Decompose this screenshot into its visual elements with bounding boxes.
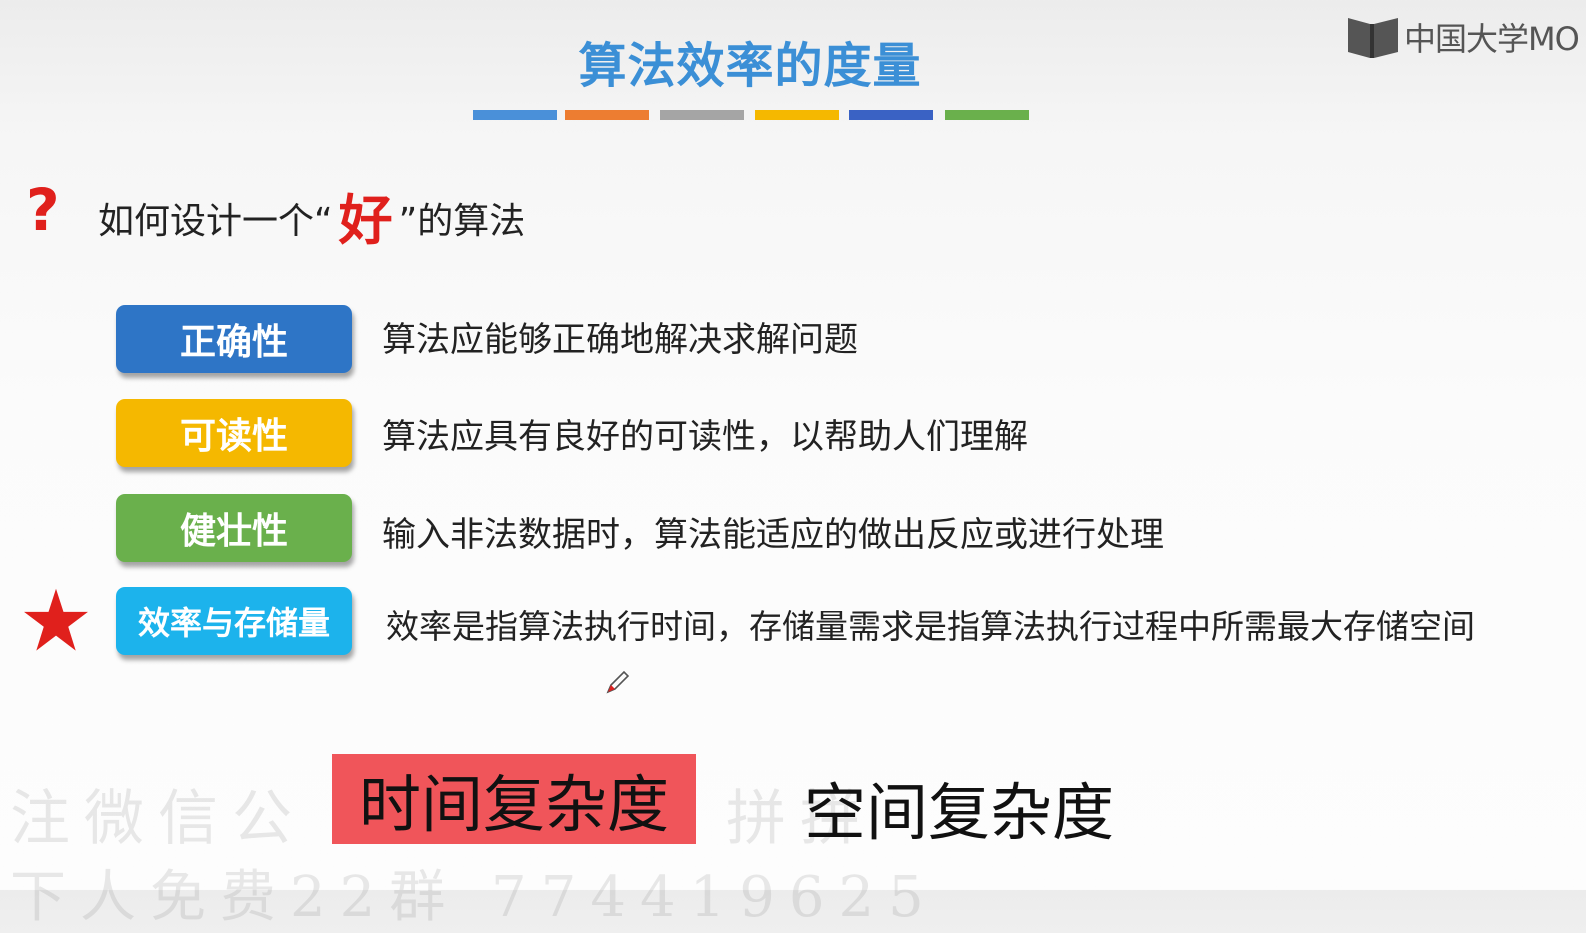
time-complexity-box: 时间复杂度 — [332, 754, 696, 844]
criterion-pill-correctness: 正确性 — [116, 305, 352, 373]
criterion-pill-readability: 可读性 — [116, 399, 352, 467]
criterion-pill-efficiency: 效率与存储量 — [116, 587, 352, 655]
question-text-after: ”的算法 — [398, 201, 526, 242]
pen-cursor-icon — [606, 670, 630, 694]
color-bar-segment — [660, 110, 744, 120]
star-icon — [24, 588, 88, 651]
slide-title: 算法效率的度量 — [578, 38, 922, 94]
color-bar-segment — [755, 110, 839, 120]
color-bar-segment — [473, 110, 557, 120]
criterion-pill-robustness: 健壮性 — [116, 494, 352, 562]
watermark-text: 注微信公 — [10, 784, 306, 854]
question-mark-icon: ? — [26, 176, 60, 244]
color-bar-segment — [849, 110, 933, 120]
criterion-description-efficiency: 效率是指算法执行时间，存储量需求是指算法执行过程中所需最大存储空间 — [386, 607, 1475, 646]
color-bar-segment — [565, 110, 649, 120]
time-complexity-label: 时间复杂度 — [358, 768, 669, 841]
question-text-before: 如何设计一个“ — [98, 201, 333, 242]
space-complexity-label: 空间复杂度 — [804, 776, 1115, 849]
criterion-description-correctness: 算法应能够正确地解决求解问题 — [382, 320, 858, 360]
slide: 中国大学MO 算法效率的度量 ? 如何设计一个“ 好 ”的算法 正确性 算法应能… — [0, 0, 1586, 930]
question-highlight: 好 — [338, 189, 393, 252]
color-bar-segment — [945, 110, 1029, 120]
question-line: 如何设计一个“ 好 ”的算法 — [98, 190, 526, 248]
criterion-description-robustness: 输入非法数据时，算法能适应的做出反应或进行处理 — [382, 515, 1164, 555]
watermark-line-2: 下人免费22群 774419625 — [10, 865, 938, 930]
criterion-description-readability: 算法应具有良好的可读性，以帮助人们理解 — [382, 417, 1028, 457]
